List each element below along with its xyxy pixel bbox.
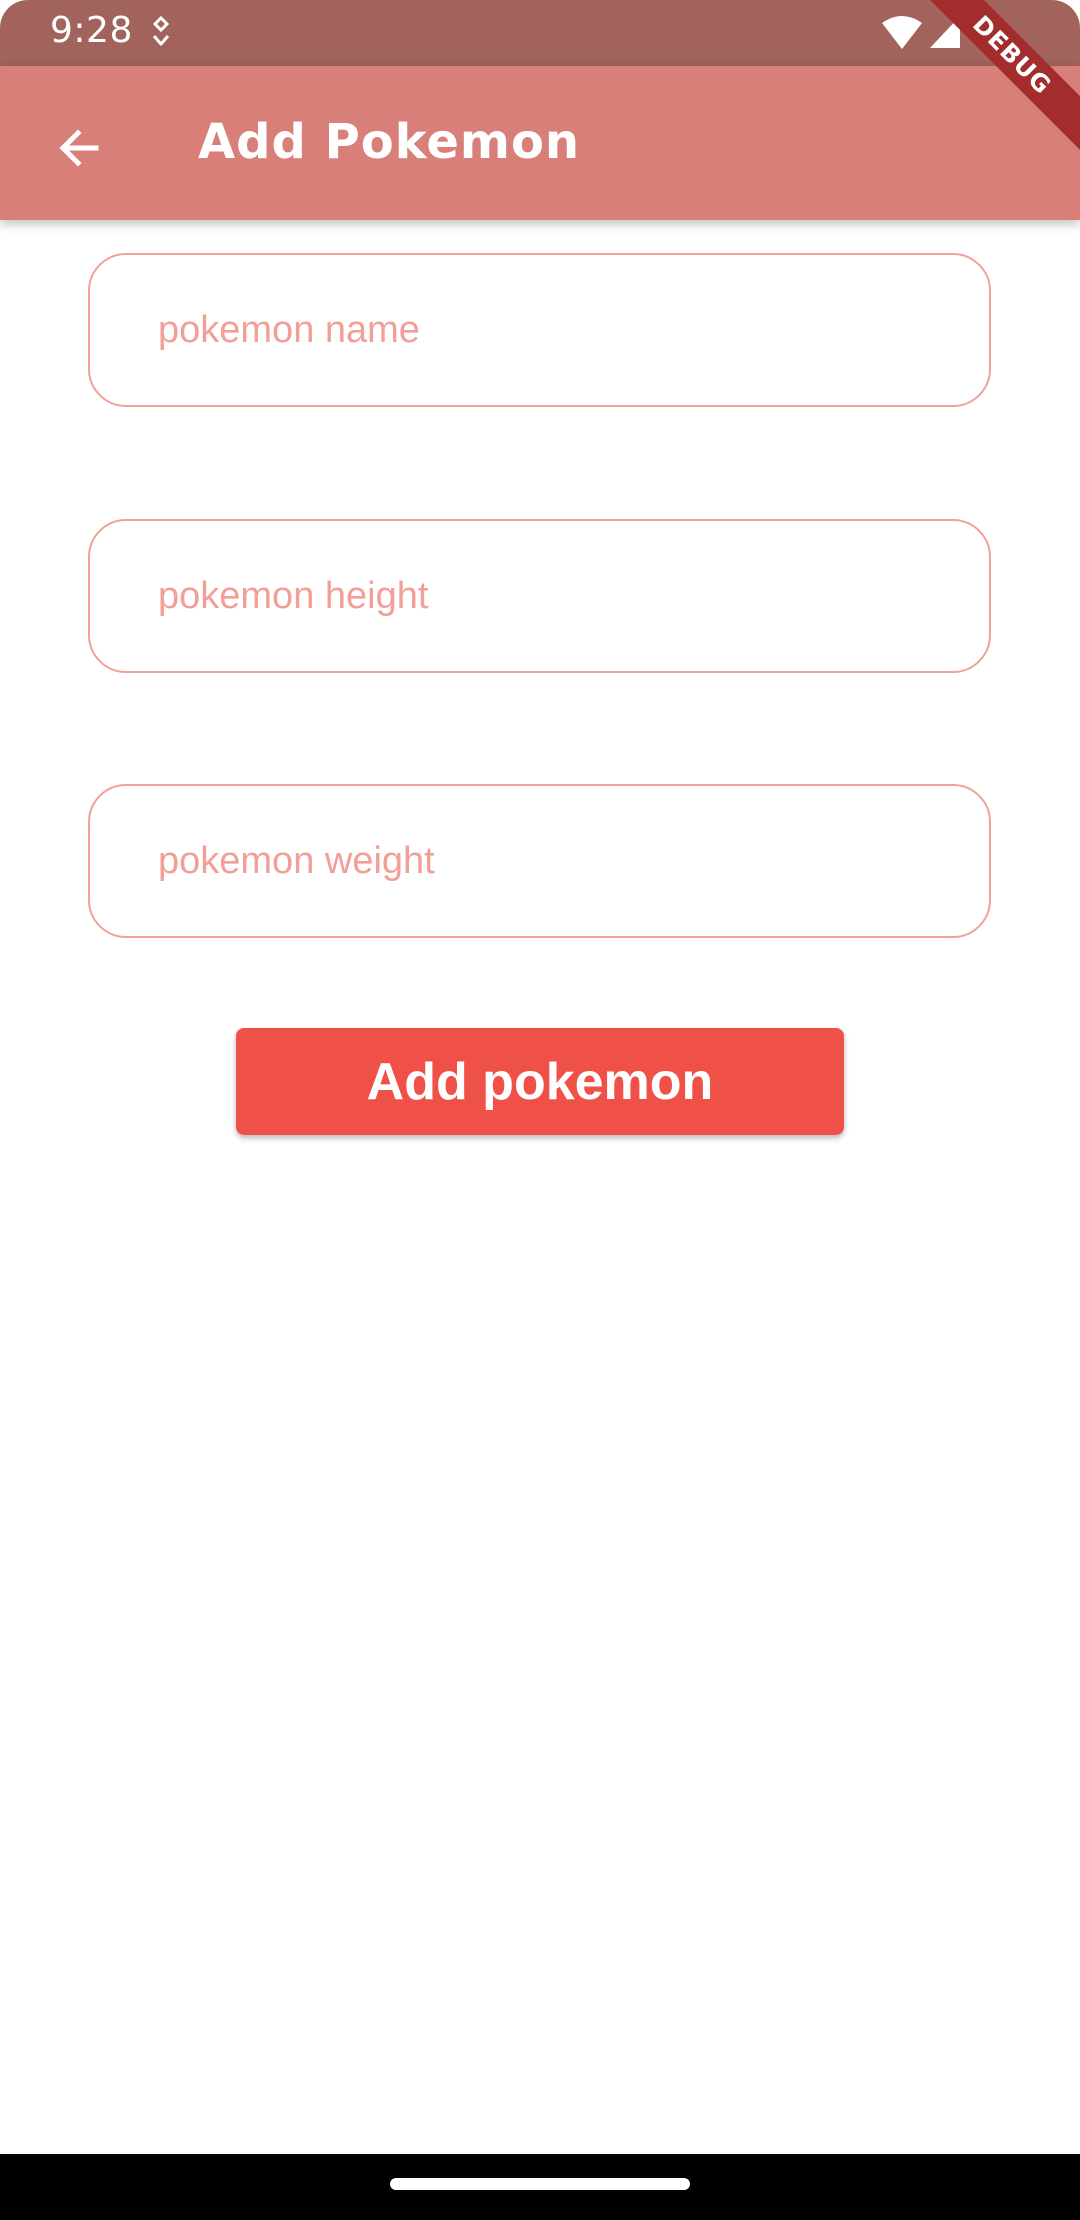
status-time: 9:28 <box>50 10 133 51</box>
status-bar: 9:28 <box>0 0 1080 66</box>
pokemon-name-input[interactable] <box>158 255 958 405</box>
pokemon-name-field[interactable] <box>88 253 991 407</box>
add-pokemon-screen: 9:28 Add Pokemon DEBUG Add pokemon <box>0 0 1080 2220</box>
home-handle[interactable] <box>390 2178 690 2190</box>
pokemon-weight-field[interactable] <box>88 784 991 938</box>
pokemon-weight-input[interactable] <box>158 786 958 936</box>
page-title: Add Pokemon <box>198 114 581 170</box>
app-bar: Add Pokemon <box>0 66 1080 220</box>
navigation-bar <box>0 2154 1080 2220</box>
back-button[interactable] <box>42 112 114 184</box>
wifi-icon <box>882 16 922 49</box>
pokemon-height-field[interactable] <box>88 519 991 673</box>
add-pokemon-button[interactable]: Add pokemon <box>236 1028 844 1135</box>
arrow-back-icon <box>59 129 99 167</box>
notification-icon <box>152 16 170 46</box>
pokemon-height-input[interactable] <box>158 521 958 671</box>
signal-icon <box>930 16 960 48</box>
